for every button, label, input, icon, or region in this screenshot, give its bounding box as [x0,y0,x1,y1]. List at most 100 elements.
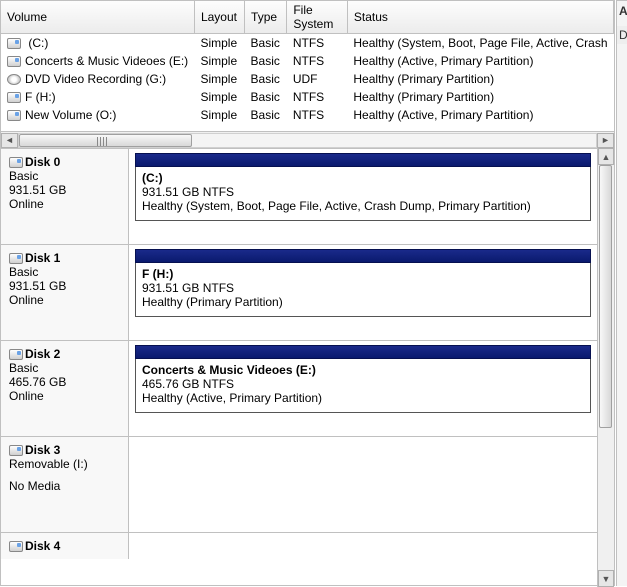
partition-name: Concerts & Music Videoes (E:) [142,363,584,377]
partition-box[interactable]: F (H:)931.51 GB NTFSHealthy (Primary Par… [135,263,591,317]
drive-icon [7,38,21,49]
partition-status: Healthy (System, Boot, Page File, Active… [142,199,584,213]
disk-name: Disk 4 [25,539,60,553]
disk-icon [9,157,23,168]
volume-table[interactable]: Volume Layout Type File System Status (C… [1,1,614,124]
disk-body [129,533,597,559]
volume-fs: NTFS [287,34,348,53]
col-volume[interactable]: Volume [1,1,194,34]
disk-icon [9,253,23,264]
disk-header: Disk 4 [1,533,129,559]
volume-layout: Simple [194,88,244,106]
col-status[interactable]: Status [347,1,613,34]
volume-name: (C:) [25,36,48,50]
volume-row[interactable]: New Volume (O:) SimpleBasicNTFSHealthy (A… [1,106,614,124]
disk-entry[interactable]: Disk 3Removable (I:) No Media [1,436,597,532]
partition-name: F (H:) [142,267,584,281]
volume-row[interactable]: F (H:) SimpleBasicNTFSHealthy (Primary Pa… [1,88,614,106]
volume-name: F (H:) [25,90,56,104]
disk-size: 465.76 GB [9,375,120,389]
volume-type: Basic [245,52,287,70]
partition-status: Healthy (Active, Primary Partition) [142,391,584,405]
actions-title: A [617,1,627,18]
col-layout[interactable]: Layout [194,1,244,34]
horizontal-scrollbar[interactable]: ◄ ► [1,131,614,148]
disc-icon [7,74,21,85]
volume-layout: Simple [194,34,244,53]
volume-type: Basic [245,34,287,53]
volume-row[interactable]: DVD Video Recording (G:)SimpleBasicUDFHe… [1,70,614,88]
partition-bar [135,249,591,263]
drive-icon [7,92,21,103]
partition-size: 931.51 GB NTFS [142,185,584,199]
volume-type: Basic [245,70,287,88]
vertical-scrollbar[interactable]: ▲ ▼ [597,148,614,587]
drive-icon [7,110,21,121]
disk-body: (C:)931.51 GB NTFSHealthy (System, Boot,… [129,149,597,244]
volume-fs: NTFS [287,88,348,106]
scroll-left-arrow-icon[interactable]: ◄ [1,133,18,148]
disk-name: Disk 3 [25,443,60,457]
volume-status: Healthy (Active, Primary Partition) [347,52,613,70]
scroll-up-arrow-icon[interactable]: ▲ [598,148,614,165]
disk-name: Disk 1 [25,251,60,265]
volume-table-header[interactable]: Volume Layout Type File System Status [1,1,614,34]
disk-management-pane: Volume Layout Type File System Status (C… [0,0,615,586]
partition-bar [135,153,591,167]
volume-type: Basic [245,106,287,124]
partition-status: Healthy (Primary Partition) [142,295,584,309]
col-type[interactable]: Type [245,1,287,34]
disk-graphical-area: Disk 0Basic931.51 GBOnline (C:)931.51 GB… [1,148,614,587]
disk-kind: Basic [9,361,120,375]
scroll-right-arrow-icon[interactable]: ► [597,133,614,148]
volume-row[interactable]: (C:) SimpleBasicNTFSHealthy (System, Boot… [1,34,614,53]
volume-layout: Simple [194,52,244,70]
disk-kind: Removable (I:) [9,457,120,471]
disk-kind: Basic [9,169,120,183]
disk-icon [9,445,23,456]
scroll-track[interactable] [598,165,614,570]
volume-status: Healthy (Primary Partition) [347,70,613,88]
scroll-thumb[interactable] [599,165,612,428]
scroll-thumb[interactable] [19,134,192,147]
drive-icon [7,56,21,67]
volume-layout: Simple [194,70,244,88]
volume-layout: Simple [194,106,244,124]
volume-status: Healthy (Primary Partition) [347,88,613,106]
partition-box[interactable]: Concerts & Music Videoes (E:)465.76 GB N… [135,359,591,413]
disk-icon [9,541,23,552]
disk-entry[interactable]: Disk 1Basic931.51 GBOnlineF (H:)931.51 G… [1,244,597,340]
col-filesystem[interactable]: File System [287,1,348,34]
volume-list-area: Volume Layout Type File System Status (C… [1,1,614,131]
actions-item[interactable]: Di [617,26,627,44]
partition-name: (C:) [142,171,584,185]
disk-name: Disk 2 [25,347,60,361]
disk-state: Online [9,389,120,403]
volume-name: Concerts & Music Videoes (E:) [25,54,188,68]
volume-type: Basic [245,88,287,106]
volume-name: New Volume (O:) [25,108,116,122]
disk-header: Disk 3Removable (I:) No Media [1,437,129,532]
disk-entry[interactable]: Disk 0Basic931.51 GBOnline (C:)931.51 GB… [1,148,597,244]
partition-bar [135,345,591,359]
disk-header: Disk 1Basic931.51 GBOnline [1,245,129,340]
disk-header: Disk 2Basic465.76 GBOnline [1,341,129,436]
scroll-down-arrow-icon[interactable]: ▼ [598,570,614,587]
disk-entry[interactable]: Disk 2Basic465.76 GBOnlineConcerts & Mus… [1,340,597,436]
partition-size: 931.51 GB NTFS [142,281,584,295]
scroll-track[interactable] [18,133,597,148]
disk-state: No Media [9,479,120,493]
volume-fs: NTFS [287,106,348,124]
actions-pane: A Di [616,0,627,586]
volume-status: Healthy (System, Boot, Page File, Active… [347,34,613,53]
volume-fs: NTFS [287,52,348,70]
disk-entry[interactable]: Disk 4 [1,532,597,559]
disk-body: F (H:)931.51 GB NTFSHealthy (Primary Par… [129,245,597,340]
volume-row[interactable]: Concerts & Music Videoes (E:) SimpleBasic… [1,52,614,70]
volume-status: Healthy (Active, Primary Partition) [347,106,613,124]
volume-fs: UDF [287,70,348,88]
disk-kind: Basic [9,265,120,279]
partition-box[interactable]: (C:)931.51 GB NTFSHealthy (System, Boot,… [135,167,591,221]
disk-name: Disk 0 [25,155,60,169]
partition-size: 465.76 GB NTFS [142,377,584,391]
